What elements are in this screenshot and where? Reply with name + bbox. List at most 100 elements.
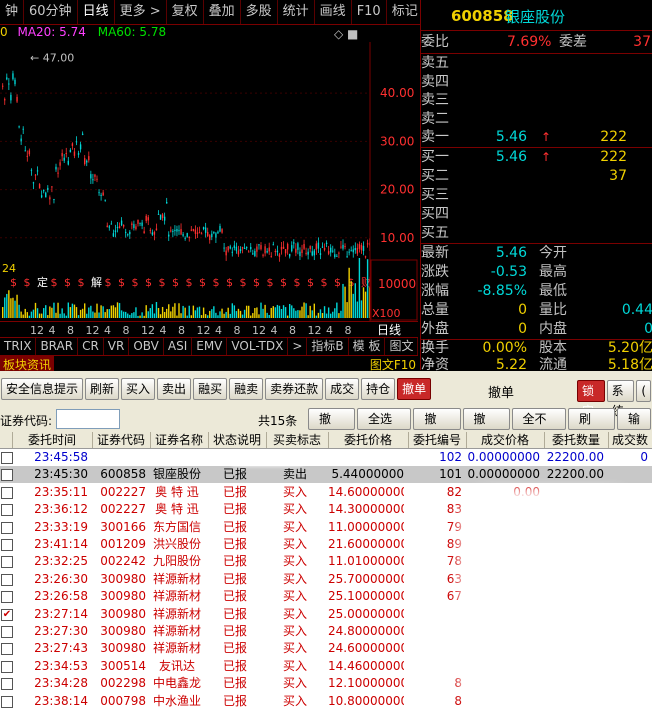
indicator-tab-2[interactable]: CR bbox=[78, 338, 104, 355]
volume-bar bbox=[286, 315, 289, 318]
trade-tool-4[interactable]: 融买 bbox=[193, 378, 228, 400]
chart-option-icons[interactable]: ◇ ■ bbox=[334, 27, 358, 41]
code-label: 证券代码: bbox=[0, 414, 53, 428]
candle-body bbox=[192, 229, 195, 231]
candle-body bbox=[291, 245, 293, 252]
table-cell: 东方国信 bbox=[152, 519, 201, 534]
volume-chart[interactable]: 10000 X100 bbox=[0, 258, 418, 322]
volume-bar bbox=[207, 315, 209, 318]
volume-bar bbox=[293, 308, 295, 318]
trade-right-btn-0[interactable]: 锁定 bbox=[577, 380, 605, 418]
trade-tool-8[interactable]: 持仓 bbox=[361, 378, 396, 400]
col-header[interactable]: 成交价格 bbox=[466, 432, 545, 448]
table-row[interactable]: 23:45:30 600858 银座股份 已报 卖出 5.44000000 101 0.000… bbox=[0, 466, 652, 484]
trade-right-btn-1[interactable]: 系统 bbox=[606, 380, 635, 418]
candle-body bbox=[352, 249, 354, 253]
toolbar-item-1[interactable]: 60分钟 bbox=[24, 0, 78, 24]
toolbar-item-0[interactable]: 钟 bbox=[0, 0, 25, 24]
col-header[interactable]: 委托时间 bbox=[12, 432, 93, 448]
filter-btn-5[interactable]: 刷 新 bbox=[567, 408, 615, 446]
col-header[interactable]: 委托数量 bbox=[544, 432, 609, 448]
col-header[interactable]: 委托价格 bbox=[328, 432, 409, 448]
code-input[interactable] bbox=[56, 409, 120, 429]
trade-tool-2[interactable]: 买入 bbox=[121, 378, 156, 400]
trade-tool-5[interactable]: 融卖 bbox=[229, 378, 264, 400]
trade-tool-9[interactable]: 撤单 bbox=[397, 378, 432, 400]
toolbar-item-9[interactable]: F10 bbox=[352, 0, 387, 24]
period-label[interactable]: 日线 bbox=[377, 321, 401, 338]
table-cell: 奥 特 迅 bbox=[155, 502, 199, 517]
filter-btn-3[interactable]: 撤 卖 bbox=[462, 408, 510, 446]
indicator-tab-11[interactable]: 图文 bbox=[385, 338, 418, 355]
trade-tool-0[interactable]: 安全信息提示 bbox=[1, 378, 84, 400]
toolbar-item-7[interactable]: 统计 bbox=[278, 0, 315, 24]
candle-body bbox=[116, 226, 119, 229]
filter-btn-4[interactable]: 全不选 bbox=[511, 408, 566, 446]
candle-body bbox=[98, 192, 100, 194]
volume-bar bbox=[334, 308, 336, 318]
candle-body bbox=[38, 184, 41, 189]
volume-bar bbox=[323, 306, 326, 318]
indicator-tab-9[interactable]: 指标B bbox=[307, 338, 349, 355]
col-header[interactable]: 委托编号 bbox=[408, 432, 467, 448]
volume-bar bbox=[159, 314, 162, 318]
toolbar-item-6[interactable]: 多股 bbox=[241, 0, 278, 24]
sell-qty: 222 bbox=[600, 129, 627, 145]
volume-axis: 10000 X100 bbox=[369, 258, 418, 322]
volume-bar bbox=[149, 308, 151, 318]
time-axis-labels: 12 4 8 12 4 8 12 4 8 12 4 8 12 4 8 12 4 8 bbox=[30, 324, 352, 337]
price-gridlines bbox=[0, 92, 370, 239]
col-header[interactable]: 证券名称 bbox=[150, 432, 209, 448]
candle-body bbox=[137, 220, 139, 224]
table-row[interactable]: 23:45:58 102 0.00000000 22200.00 0 bbox=[0, 449, 652, 466]
col-header[interactable]: 状态说明 bbox=[208, 432, 267, 448]
trade-tool-7[interactable]: 成交 bbox=[325, 378, 360, 400]
kline-chart[interactable]: $$定$$$解$$$$$$$$$$$$$$$$$$$财 40.00 30.00 20… bbox=[0, 42, 418, 288]
indicator-tab-3[interactable]: VR bbox=[104, 338, 130, 355]
candle-body bbox=[317, 242, 320, 249]
toolbar-item-4[interactable]: 复权 bbox=[167, 0, 204, 24]
candle-body bbox=[252, 253, 254, 255]
col-header[interactable]: 买卖标志 bbox=[266, 432, 329, 448]
indicator-tab-4[interactable]: OBV bbox=[129, 338, 164, 355]
table-cell: 14.46000000 bbox=[328, 658, 404, 673]
volume-bar bbox=[8, 290, 10, 318]
volume-bar bbox=[92, 311, 94, 318]
candle-body bbox=[305, 252, 307, 254]
trade-tool-1[interactable]: 刷新 bbox=[85, 378, 120, 400]
indicator-tab-6[interactable]: EMV bbox=[192, 338, 228, 355]
filter-btn-6[interactable]: 输 bbox=[617, 408, 652, 430]
candle-body bbox=[36, 170, 39, 172]
table-cell: 25.00000000 bbox=[328, 606, 404, 621]
col-header[interactable]: 成交数 bbox=[608, 432, 652, 448]
indicator-tab-5[interactable]: ASI bbox=[164, 338, 193, 355]
stat-row: 涨跌 -0.53 最高 bbox=[421, 263, 652, 281]
volume-bar bbox=[40, 313, 43, 318]
col-header[interactable]: 证券代码 bbox=[92, 432, 151, 448]
indicator-tab-10[interactable]: 模 板 bbox=[349, 338, 386, 355]
indicator-tab-1[interactable]: BRAR bbox=[36, 338, 79, 355]
indicator-tab-0[interactable]: TRIX bbox=[0, 338, 37, 355]
trade-right-btn-2[interactable]: ( bbox=[636, 380, 651, 402]
indicator-tab-7[interactable]: VOL-TDX bbox=[227, 338, 289, 355]
indicator-tab-8[interactable]: > bbox=[288, 338, 308, 355]
candle-body bbox=[301, 249, 303, 254]
candle-body bbox=[151, 232, 154, 235]
filter-btn-0[interactable]: 撤 单 bbox=[308, 408, 356, 446]
filter-btn-2[interactable]: 撤 买 bbox=[413, 408, 461, 446]
volume-bar bbox=[32, 309, 35, 318]
trade-tool-6[interactable]: 卖券还款 bbox=[265, 378, 324, 400]
candle-body bbox=[315, 243, 318, 250]
weicha-value: 37 bbox=[633, 34, 651, 50]
candle-body bbox=[358, 244, 361, 249]
toolbar-item-3[interactable]: 更多 > bbox=[115, 0, 167, 24]
table-cell bbox=[608, 466, 648, 483]
trade-tool-3[interactable]: 卖出 bbox=[157, 378, 192, 400]
toolbar-item-10[interactable]: 标记 bbox=[387, 0, 420, 24]
filter-btn-1[interactable]: 全选中 bbox=[357, 408, 412, 446]
toolbar-item-8[interactable]: 画线 bbox=[315, 0, 352, 24]
toolbar-item-5[interactable]: 叠加 bbox=[204, 0, 241, 24]
volume-bar bbox=[321, 313, 324, 318]
toolbar-item-2[interactable]: 日线 bbox=[78, 0, 115, 24]
candle-body bbox=[280, 246, 283, 250]
